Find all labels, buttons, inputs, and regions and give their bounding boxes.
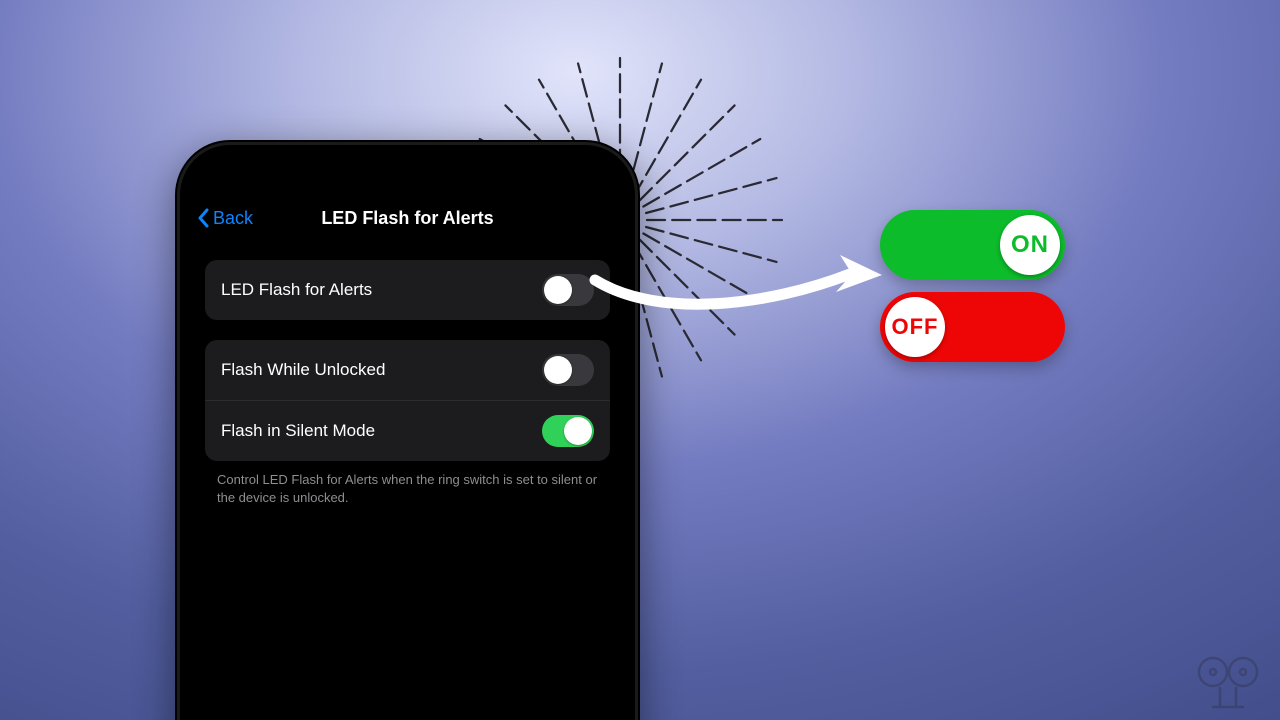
watermark-robot-icon xyxy=(1190,652,1270,712)
row-label: LED Flash for Alerts xyxy=(221,280,372,300)
row-led-flash-for-alerts: LED Flash for Alerts xyxy=(205,260,610,320)
row-flash-in-silent-mode: Flash in Silent Mode xyxy=(205,400,610,461)
nav-bar: Back LED Flash for Alerts xyxy=(189,196,626,240)
row-label: Flash While Unlocked xyxy=(221,360,385,380)
settings-group-sub: Flash While Unlocked Flash in Silent Mod… xyxy=(205,340,610,461)
toggle-led-flash-for-alerts[interactable] xyxy=(542,274,594,306)
settings-group-main: LED Flash for Alerts xyxy=(205,260,610,320)
off-label: OFF xyxy=(892,314,939,340)
phone-screen: Back LED Flash for Alerts LED Flash for … xyxy=(189,154,626,720)
chevron-left-icon xyxy=(197,208,209,228)
back-label: Back xyxy=(213,208,253,229)
page-title: LED Flash for Alerts xyxy=(189,208,626,229)
settings-footnote: Control LED Flash for Alerts when the ri… xyxy=(189,461,626,506)
illustration-toggle-off: OFF xyxy=(880,292,1065,362)
toggle-flash-in-silent-mode[interactable] xyxy=(542,415,594,447)
back-button[interactable]: Back xyxy=(197,208,253,229)
row-label: Flash in Silent Mode xyxy=(221,421,375,441)
phone-frame: Back LED Flash for Alerts LED Flash for … xyxy=(175,140,640,720)
toggle-flash-while-unlocked[interactable] xyxy=(542,354,594,386)
row-flash-while-unlocked: Flash While Unlocked xyxy=(205,340,610,400)
on-label: ON xyxy=(1011,231,1049,259)
illustration-toggle-on: ON xyxy=(880,210,1065,280)
